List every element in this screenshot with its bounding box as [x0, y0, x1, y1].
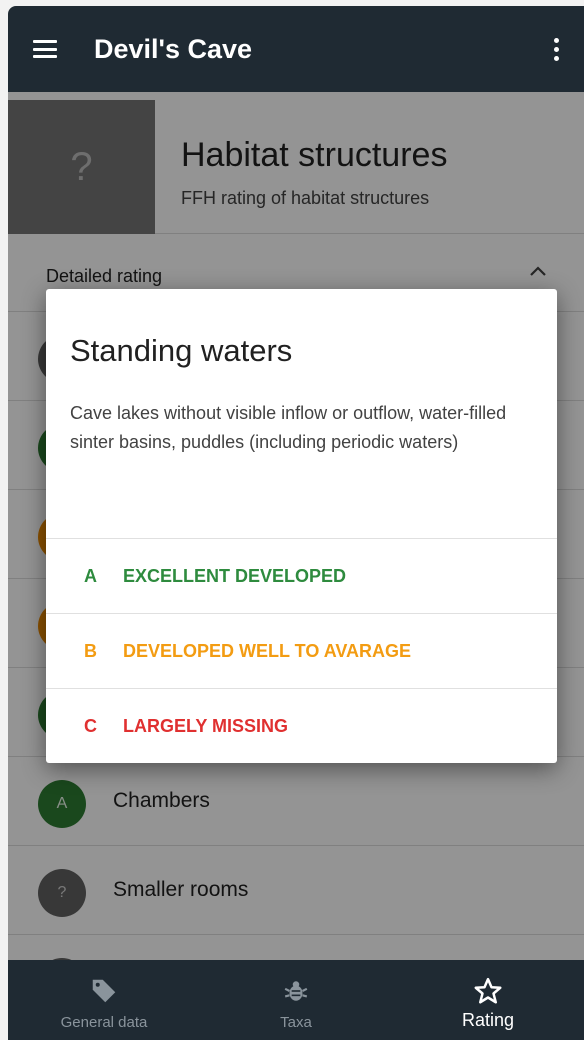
dialog-title: Standing waters — [70, 333, 293, 368]
option-label: LARGELY MISSING — [123, 715, 289, 736]
nav-label: Taxa — [280, 1014, 312, 1031]
nav-label: Rating — [461, 1010, 515, 1030]
option-label: EXCELLENT DEVELOPED — [123, 565, 347, 586]
nav-rating[interactable]: Rating — [392, 960, 584, 1040]
app-bar: Devil's Cave — [8, 6, 584, 92]
option-letter: B — [84, 640, 97, 661]
bug-icon — [283, 976, 309, 1006]
more-options-icon[interactable] — [528, 6, 584, 92]
option-letter: A — [84, 565, 97, 586]
rating-dialog: Standing waters Cave lakes without visib… — [46, 289, 557, 763]
hamburger-icon — [33, 40, 57, 58]
tag-icon — [89, 976, 119, 1006]
bottom-navigation: General data Taxa Rating — [8, 960, 584, 1040]
app-screen: Devil's Cave ? Habitat structures FFH ra… — [8, 6, 584, 1040]
nav-label: General data — [60, 1014, 148, 1031]
nav-taxa[interactable]: Taxa — [200, 960, 392, 1040]
option-letter: C — [84, 715, 97, 736]
option-a-button[interactable]: A EXCELLENT DEVELOPED — [46, 538, 557, 613]
option-label: DEVELOPED WELL TO AVARAGE — [123, 640, 412, 661]
option-b-button[interactable]: B DEVELOPED WELL TO AVARAGE — [46, 613, 557, 688]
menu-button[interactable] — [12, 6, 78, 92]
nav-general-data[interactable]: General data — [8, 960, 200, 1040]
star-outline-icon — [473, 976, 503, 1006]
app-title: Devil's Cave — [94, 33, 253, 64]
option-c-button[interactable]: C LARGELY MISSING — [46, 688, 557, 763]
dialog-description: Cave lakes without visible inflow or out… — [70, 403, 507, 452]
